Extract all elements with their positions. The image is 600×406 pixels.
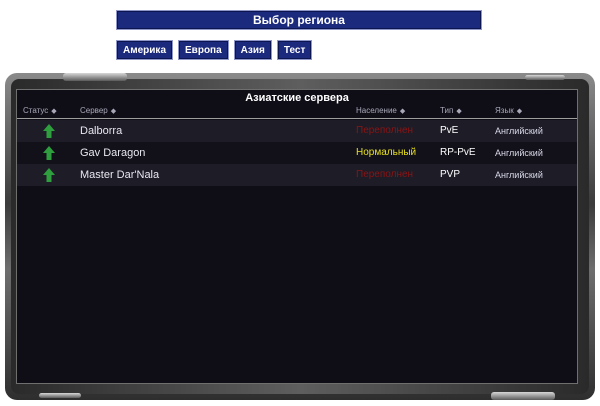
column-header-population[interactable]: Население ◆ xyxy=(356,106,405,115)
sort-icon: ◆ xyxy=(51,108,57,115)
up-arrow-icon xyxy=(43,168,55,182)
server-population: Переполнен xyxy=(356,169,414,180)
server-language: Английский xyxy=(495,170,543,180)
up-arrow-icon xyxy=(43,146,55,160)
server-type: RP-PvE xyxy=(440,147,476,158)
frame-cap-top-left xyxy=(63,73,127,81)
column-header-population-label: Население xyxy=(356,106,397,115)
tab-america[interactable]: Америка xyxy=(116,40,174,60)
table-row[interactable]: Gav Daragon Нормальный RP-PvE Английский xyxy=(17,142,577,164)
tab-asia[interactable]: Азия xyxy=(233,40,272,60)
column-header-type[interactable]: Тип ◆ xyxy=(440,106,462,115)
column-header-language[interactable]: Язык ◆ xyxy=(495,106,522,115)
server-name: Gav Daragon xyxy=(80,147,146,159)
table-row[interactable]: Dalborra Переполнен PvE Английский xyxy=(17,120,577,142)
frame-cap-bottom-left xyxy=(39,393,81,398)
server-type: PvE xyxy=(440,125,459,136)
column-header-server-label: Сервер xyxy=(80,106,108,115)
sort-icon: ◆ xyxy=(110,108,117,115)
table-header: Статус ◆ Сервер ◆ Население ◆ Тип ◆ Язык ◆ xyxy=(17,103,577,119)
sort-icon: ◆ xyxy=(399,108,406,115)
sort-icon: ◆ xyxy=(456,108,462,115)
server-name: Master Dar'Nala xyxy=(80,169,160,181)
server-name: Dalborra xyxy=(80,125,123,137)
frame-cap-top-right xyxy=(525,75,565,80)
column-header-status-label: Статус xyxy=(23,106,49,115)
column-header-language-label: Язык xyxy=(495,106,514,115)
column-header-server[interactable]: Сервер ◆ xyxy=(80,106,116,115)
column-header-type-label: Тип xyxy=(440,106,454,115)
server-language: Английский xyxy=(495,126,543,136)
server-list-panel: Азиатские сервера Статус ◆ Сервер ◆ Населе… xyxy=(16,89,578,384)
column-header-status[interactable]: Статус ◆ xyxy=(23,106,57,115)
region-tabs: Америка Европа Азия Тест xyxy=(116,40,313,60)
table-row[interactable]: Master Dar'Nala Переполнен PVP Английски… xyxy=(17,164,577,186)
tab-test[interactable]: Тест xyxy=(276,40,313,60)
region-select-title: Выбор региона xyxy=(116,10,482,30)
server-type: PVP xyxy=(440,169,461,180)
server-population: Нормальный xyxy=(356,147,417,158)
sort-icon: ◆ xyxy=(516,108,523,115)
tab-europe[interactable]: Европа xyxy=(178,40,229,60)
server-population: Переполнен xyxy=(356,125,414,136)
up-arrow-icon xyxy=(43,124,55,138)
frame-cap-bottom-right xyxy=(491,392,555,400)
server-language: Английский xyxy=(495,148,543,158)
